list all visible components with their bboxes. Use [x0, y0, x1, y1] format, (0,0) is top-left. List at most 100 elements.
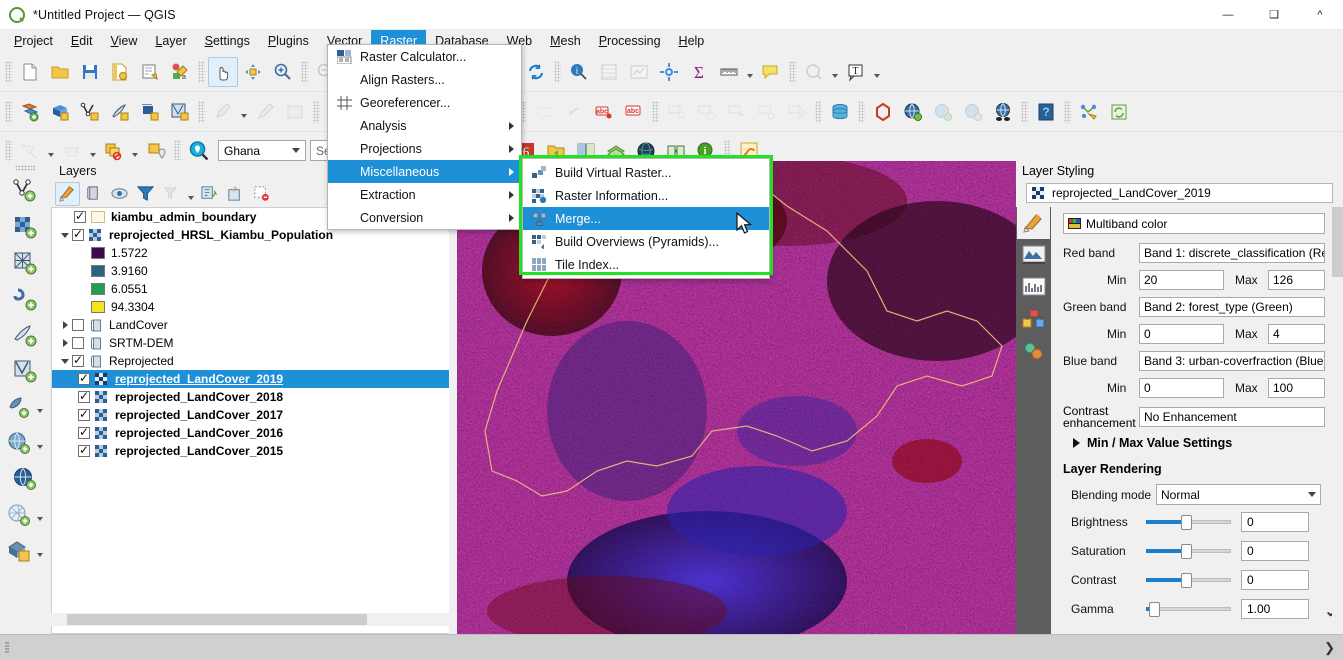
saturation-slider[interactable] — [1146, 542, 1231, 560]
contrast-input[interactable]: 0 — [1241, 570, 1309, 590]
new-print-layout-icon[interactable] — [135, 57, 165, 87]
select-rectangle-icon[interactable] — [529, 97, 559, 127]
metasearch-icon[interactable] — [898, 97, 928, 127]
open-project-icon[interactable] — [45, 57, 75, 87]
open-field-calculator-icon[interactable] — [624, 57, 654, 87]
toolbar-grip[interactable] — [5, 60, 12, 83]
blue-max-input[interactable]: 100 — [1268, 378, 1325, 398]
toolbar-grip[interactable] — [198, 60, 205, 83]
help-icon[interactable]: ? — [1031, 97, 1061, 127]
add-spatialite-icon[interactable] — [10, 320, 40, 350]
list-item[interactable]: reprojected_LandCover_2017 — [52, 406, 449, 424]
label-icon[interactable]: abc — [589, 97, 619, 127]
toolbar-grip[interactable] — [815, 100, 822, 123]
blue-min-input[interactable]: 0 — [1139, 378, 1224, 398]
expand-expander[interactable] — [58, 321, 72, 329]
expand-expander[interactable] — [58, 339, 72, 347]
group-visibility-checkbox[interactable] — [72, 353, 84, 367]
green-max-input[interactable]: 4 — [1268, 324, 1325, 344]
collapse-expander[interactable] — [58, 358, 72, 364]
tab-transparency[interactable] — [1017, 239, 1050, 271]
add-arcgis-layer-icon[interactable] — [4, 536, 34, 566]
menu-item-georeferencer[interactable]: Georeferencer... — [328, 91, 521, 114]
chevron-down-icon[interactable] — [34, 392, 46, 422]
menu-plugins[interactable]: Plugins — [259, 30, 318, 52]
menu-view[interactable]: View — [101, 30, 146, 52]
blending-mode-combo[interactable]: Normal — [1156, 484, 1321, 505]
labeling-options-icon[interactable]: abc — [619, 97, 649, 127]
menu-edit[interactable]: Edit — [62, 30, 102, 52]
measure-line-icon[interactable] — [714, 57, 744, 87]
toolbar-grip[interactable] — [198, 100, 205, 123]
zoom-in-icon[interactable] — [268, 57, 298, 87]
qgis-cloud-icon[interactable] — [928, 97, 958, 127]
submenu-item-merge[interactable]: Merge... — [523, 207, 769, 230]
add-postgis-icon[interactable] — [10, 356, 40, 386]
contrast-enhancement-combo[interactable]: No Enhancement — [1139, 407, 1325, 427]
menu-item-align-rasters[interactable]: Align Rasters... — [328, 68, 521, 91]
render-type-combo[interactable]: Multiband color — [1063, 213, 1325, 234]
add-vector-layer-icon[interactable] — [15, 97, 45, 127]
add-delimited-text-icon[interactable] — [10, 284, 40, 314]
add-vector-layer-icon[interactable] — [10, 176, 40, 206]
menu-item-conversion[interactable]: Conversion — [328, 206, 521, 229]
identify-features-icon[interactable]: i — [564, 57, 594, 87]
chevron-down-icon[interactable] — [185, 182, 196, 206]
tab-legend[interactable] — [1017, 335, 1050, 367]
menu-processing[interactable]: Processing — [590, 30, 670, 52]
add-wfs-layer-icon[interactable] — [10, 464, 40, 494]
toolbar-grip[interactable] — [313, 100, 320, 123]
refresh-layers-icon[interactable] — [1104, 97, 1134, 127]
toolbar-grip[interactable] — [15, 165, 35, 171]
expand-icon[interactable]: ❯ — [1324, 640, 1335, 656]
open-layer-styling-icon[interactable] — [55, 181, 80, 206]
measure-dropdown-arrow-icon[interactable] — [744, 57, 756, 87]
options-icon[interactable] — [654, 57, 684, 87]
save-project-icon[interactable] — [75, 57, 105, 87]
add-raster-layer-icon[interactable] — [45, 97, 75, 127]
miscellaneous-submenu[interactable]: Build Virtual Raster... Raster Informati… — [522, 158, 770, 279]
submenu-item-raster-information[interactable]: Raster Information... — [523, 184, 769, 207]
brightness-slider[interactable] — [1146, 513, 1231, 531]
green-min-input[interactable]: 0 — [1139, 324, 1224, 344]
raster-menu[interactable]: Raster Calculator... Align Rasters... Ge… — [327, 44, 522, 230]
style-manager-icon[interactable]: a — [165, 57, 195, 87]
menu-item-extraction[interactable]: Extraction — [328, 183, 521, 206]
toolbar-grip[interactable] — [301, 60, 308, 83]
tab-symbology[interactable] — [1017, 207, 1050, 239]
group-visibility-checkbox[interactable] — [72, 337, 84, 349]
save-project-as-icon[interactable] — [105, 57, 135, 87]
menu-mesh[interactable]: Mesh — [541, 30, 590, 52]
edits-dropdown-arrow-icon[interactable] — [238, 97, 250, 127]
tab-histogram[interactable] — [1017, 271, 1050, 303]
expand-all-icon[interactable] — [197, 182, 222, 206]
layer-visibility-checkbox[interactable] — [72, 227, 84, 241]
red-min-input[interactable]: 20 — [1139, 270, 1224, 290]
red-band-combo[interactable]: Band 1: discrete_classification (Red) — [1139, 243, 1325, 263]
green-band-combo[interactable]: Band 2: forest_type (Green) — [1139, 297, 1325, 317]
location-combo[interactable]: Ghana — [218, 140, 306, 161]
toolbar-grip[interactable] — [5, 139, 12, 162]
rotate-label-icon[interactable] — [752, 97, 782, 127]
layer-visibility-checkbox[interactable] — [78, 443, 90, 457]
layer-visibility-checkbox[interactable] — [78, 371, 90, 385]
maximize-button[interactable]: ❑ — [1251, 0, 1297, 30]
minmax-settings-row[interactable]: Min / Max Value Settings — [1073, 436, 1343, 450]
pan-map-icon[interactable] — [208, 56, 238, 87]
statistical-summary-icon[interactable]: Σ — [684, 57, 714, 87]
add-spatialite-icon[interactable] — [135, 97, 165, 127]
list-item[interactable]: Reprojected — [52, 352, 449, 370]
layer-visibility-checkbox[interactable] — [74, 209, 86, 223]
submenu-item-build-overviews[interactable]: Build Overviews (Pyramids)... — [523, 230, 769, 253]
list-item[interactable]: reprojected_LandCover_2015 — [52, 442, 449, 460]
add-mesh-layer-icon[interactable] — [75, 97, 105, 127]
resize-handle-icon[interactable] — [0, 641, 14, 655]
add-wcs-layer-icon[interactable] — [4, 500, 34, 530]
menu-project[interactable]: Project — [5, 30, 62, 52]
chevron-down-icon[interactable] — [34, 536, 46, 566]
toolbar-grip[interactable] — [554, 60, 561, 83]
bookmarks-dropdown-arrow-icon[interactable] — [829, 57, 841, 87]
open-attribute-table-icon[interactable] — [594, 57, 624, 87]
list-item[interactable]: LandCover — [52, 316, 449, 334]
menu-layer[interactable]: Layer — [146, 30, 195, 52]
